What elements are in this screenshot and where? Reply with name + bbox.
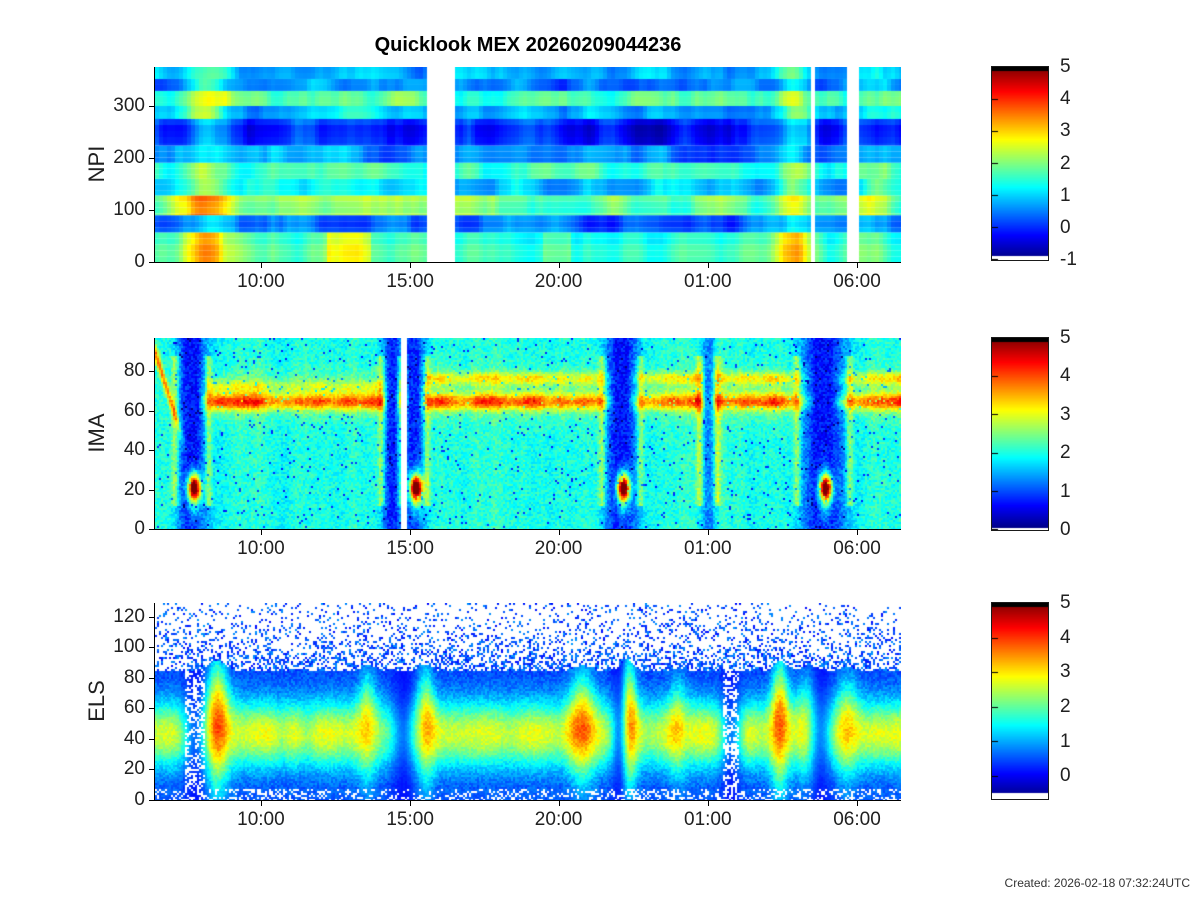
x-tick-label: 20:00	[534, 538, 583, 559]
colorbar-tick-label: 3	[1060, 661, 1071, 683]
colorbar-tick-label: 5	[1060, 327, 1071, 348]
colorbar-tick-label: 1	[1060, 730, 1071, 752]
y-tick-label: 100	[113, 199, 145, 220]
x-tick-mark	[707, 530, 709, 535]
colorbar-tick-label: 2	[1060, 442, 1071, 464]
colorbar-tick-label: 0	[1060, 216, 1071, 238]
npi-colorbar-canvas	[991, 66, 1049, 261]
colorbar-tick-label: 0	[1060, 765, 1071, 787]
y-tick-label: 300	[113, 95, 145, 116]
x-tick-label: 01:00	[684, 271, 732, 292]
x-tick-label: 10:00	[237, 809, 285, 830]
x-tick-label: 20:00	[534, 809, 583, 830]
x-tick-label: 06:00	[833, 538, 881, 559]
x-tick-label: 20:00	[534, 271, 583, 292]
y-tick-label: 60	[123, 399, 145, 421]
y-tick-label: 20	[123, 478, 145, 500]
ima-spectrogram-canvas	[154, 338, 901, 530]
npi-spectrogram-canvas	[154, 67, 901, 263]
x-tick-mark	[410, 263, 412, 268]
x-tick-mark	[558, 801, 560, 806]
x-tick-mark	[856, 263, 858, 268]
x-tick-mark	[260, 263, 262, 268]
y-tick-mark	[149, 489, 154, 491]
els-colorbar-canvas	[991, 602, 1049, 800]
els-spectrogram-canvas	[154, 603, 901, 801]
y-tick-mark	[149, 262, 154, 263]
y-tick-mark	[149, 708, 154, 710]
x-tick-mark	[410, 530, 412, 535]
x-tick-label: 10:00	[237, 271, 285, 292]
x-tick-label: 10:00	[237, 538, 285, 559]
colorbar-tick-label: 3	[1060, 120, 1071, 142]
x-tick-mark	[260, 530, 262, 535]
colorbar-tick-label: 0	[1060, 519, 1071, 540]
x-tick-mark	[558, 530, 560, 535]
y-tick-label: 120	[113, 605, 145, 627]
x-tick-label: 15:00	[386, 271, 434, 292]
x-tick-mark	[410, 801, 412, 806]
x-tick-mark	[856, 530, 858, 535]
x-tick-label: 01:00	[684, 809, 732, 830]
x-tick-label: 01:00	[684, 538, 732, 559]
colorbar-tick-label: 5	[1060, 592, 1071, 613]
x-tick-mark	[260, 801, 262, 806]
y-tick-mark	[149, 106, 154, 107]
y-tick-label: 40	[123, 727, 145, 749]
y-tick-mark	[149, 616, 154, 618]
colorbar-tick-label: 4	[1060, 365, 1071, 387]
colorbar-tick-label: 1	[1060, 184, 1071, 206]
x-tick-label: 06:00	[833, 271, 881, 292]
y-tick-label: 0	[134, 518, 145, 539]
colorbar-tick-label: 4	[1060, 88, 1071, 110]
y-tick-mark	[149, 371, 154, 373]
y-tick-mark	[149, 410, 154, 412]
y-tick-mark	[149, 529, 154, 530]
x-tick-label: 15:00	[386, 538, 434, 559]
x-tick-mark	[707, 801, 709, 806]
colorbar-tick-label: 5	[1060, 56, 1071, 77]
y-tick-mark	[149, 158, 154, 159]
colorbar-tick-label: 3	[1060, 403, 1071, 425]
colorbar-tick-label: 2	[1060, 696, 1071, 718]
x-tick-label: 15:00	[386, 809, 434, 830]
y-tick-mark	[149, 450, 154, 452]
created-timestamp: Created: 2026-02-18 07:32:24UTC	[1004, 876, 1190, 890]
x-tick-mark	[558, 263, 560, 268]
y-tick-label: 200	[113, 147, 145, 168]
quicklook-figure: Quicklook MEX 20260209044236 NPI IMA ELS…	[0, 0, 1200, 900]
y-tick-label: 0	[134, 251, 145, 272]
x-tick-mark	[856, 801, 858, 806]
y-tick-mark	[149, 647, 154, 649]
y-tick-mark	[149, 677, 154, 679]
colorbar-tick-label: 2	[1060, 152, 1071, 174]
colorbar-tick-label: 1	[1060, 480, 1071, 502]
x-tick-label: 06:00	[833, 809, 881, 830]
y-tick-label: 80	[123, 360, 145, 382]
x-tick-mark	[707, 263, 709, 268]
y-tick-label: 20	[123, 758, 145, 780]
figure-title: Quicklook MEX 20260209044236	[374, 34, 682, 56]
y-tick-label: 100	[113, 636, 145, 658]
y-tick-label: 60	[123, 697, 145, 719]
ima-colorbar-canvas	[991, 337, 1049, 531]
colorbar-tick-label: -1	[1060, 249, 1077, 270]
y-tick-mark	[149, 769, 154, 771]
colorbar-tick-label: 4	[1060, 626, 1071, 648]
y-tick-mark	[149, 738, 154, 740]
y-tick-mark	[149, 210, 154, 211]
y-tick-mark	[149, 800, 154, 801]
y-tick-label: 80	[123, 666, 145, 688]
y-tick-label: 40	[123, 439, 145, 461]
y-tick-label: 0	[134, 789, 145, 810]
